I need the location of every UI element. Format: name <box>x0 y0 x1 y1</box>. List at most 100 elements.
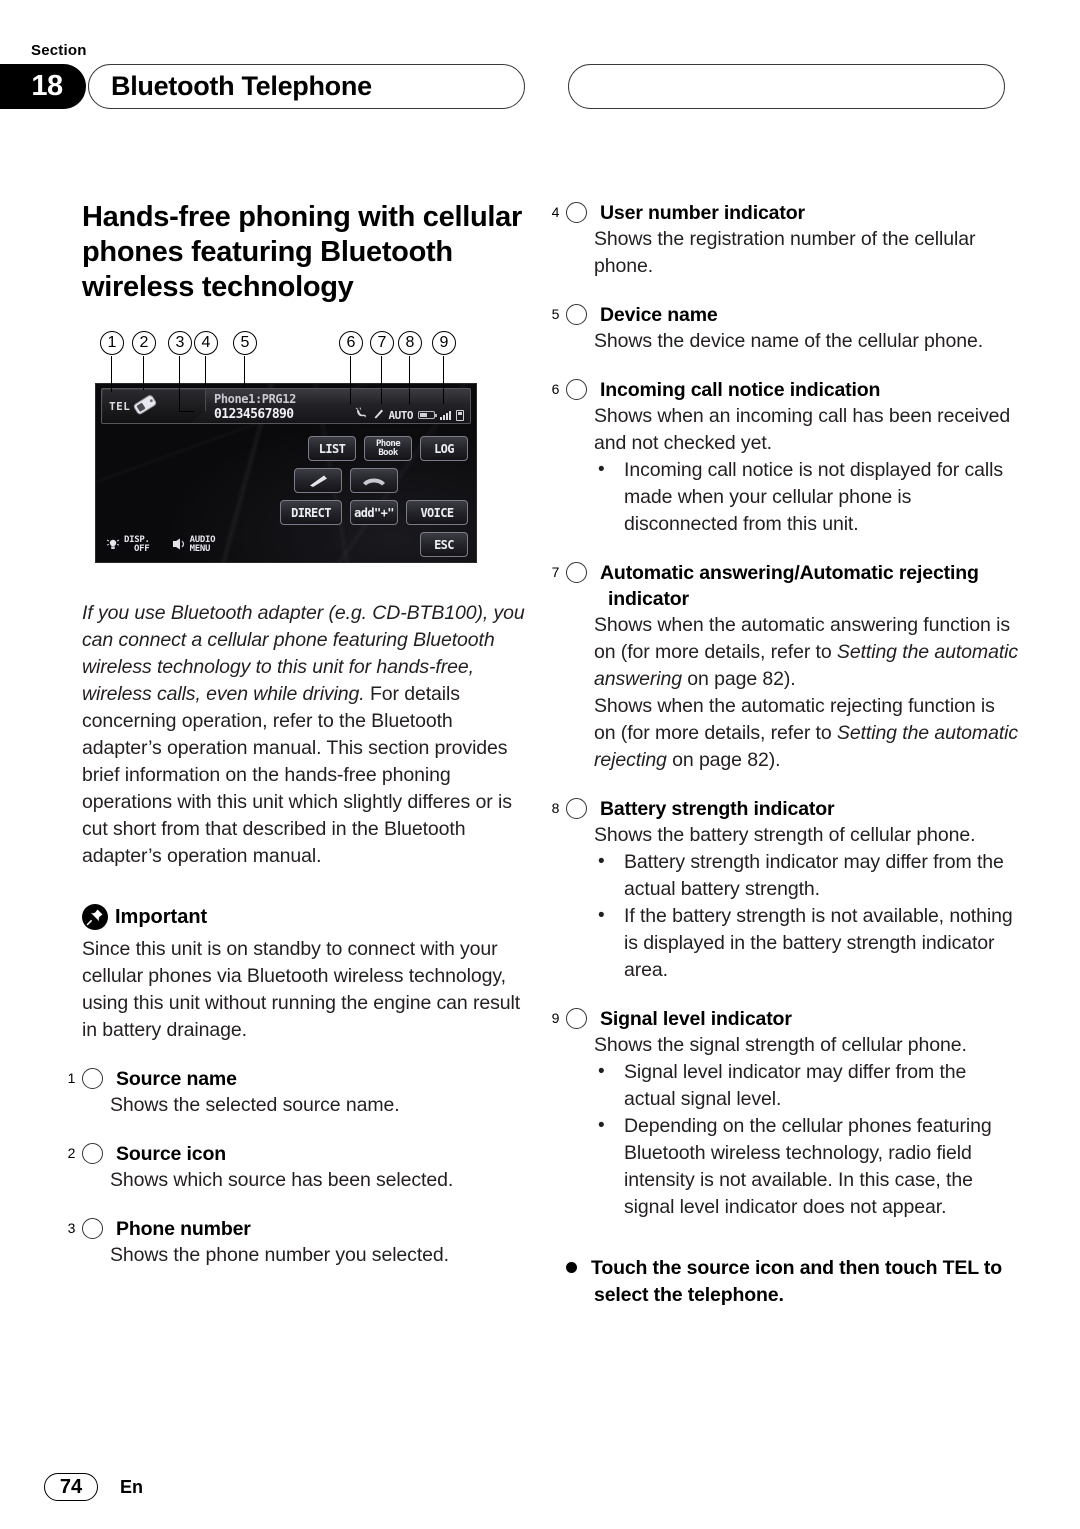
callout-4: 4 <box>194 331 218 355</box>
callout-row: 1 2 3 4 5 6 7 8 9 <box>82 331 534 413</box>
section-label: Section <box>31 42 87 59</box>
page-title: Bluetooth Telephone <box>111 71 372 101</box>
item-9-number: 9 <box>552 1008 587 1029</box>
page-number: 74 <box>44 1473 98 1501</box>
item-6-body: Shows when an incoming call has been rec… <box>594 405 1011 454</box>
callout-6: 6 <box>339 331 363 355</box>
final-note: Touch the source icon and then touch TEL… <box>566 1255 1018 1309</box>
item-3-body: Shows the phone number you selected. <box>110 1244 449 1266</box>
numbered-item-1: 1 Source name Shows the selected source n… <box>68 1066 534 1119</box>
numbered-item-9: 9 Signal level indicator Shows the signal… <box>552 1006 1018 1221</box>
callout-2: 2 <box>132 331 156 355</box>
item-6-number: 6 <box>552 379 587 400</box>
handset-icon <box>373 406 384 424</box>
leader-elbow-3 <box>179 411 195 413</box>
leader-line-2 <box>143 356 145 390</box>
item-4-title: 4 User number indicator <box>552 200 1018 226</box>
leader-line-6 <box>350 356 352 404</box>
chapter-title-pill-right-empty <box>568 64 1005 109</box>
device-name-text: Phone1:PRG12 <box>214 392 296 406</box>
important-text: Since this unit is on standby to connect… <box>82 938 521 1041</box>
item-7-body-1b: on page 82). <box>681 668 796 690</box>
callout-5: 5 <box>233 331 257 355</box>
item-8-bullet-1: Battery strength indicator may differ fr… <box>594 848 1018 903</box>
soft-key-disp-line2: OFF <box>134 544 150 554</box>
soft-key-audio-line2: MENU <box>189 544 211 554</box>
page-header: Section 18 Bluetooth Telephone <box>0 0 1080 150</box>
status-indicators: AUTO <box>355 406 464 424</box>
auto-answer-indicator: AUTO <box>388 408 414 422</box>
item-5-number: 5 <box>552 304 587 325</box>
item-8-title-text: Battery strength indicator <box>600 798 835 820</box>
key-direct[interactable]: DIRECT <box>280 500 342 525</box>
item-5-body: Shows the device name of the cellular ph… <box>594 330 984 352</box>
leader-line-8 <box>409 356 411 404</box>
phone-status-icon <box>456 409 464 421</box>
numbered-item-4: 4 User number indicator Shows the registr… <box>552 200 1018 280</box>
language-code: En <box>120 1476 144 1497</box>
item-5-title: 5 Device name <box>552 302 1018 328</box>
numbered-item-5: 5 Device name Shows the device name of th… <box>552 302 1018 355</box>
left-column: Hands-free phoning with cellular phones … <box>68 200 534 1269</box>
key-call-answer[interactable] <box>294 468 342 493</box>
signal-level-icon <box>440 410 451 420</box>
source-name-text: TEL <box>109 400 131 413</box>
soft-key-audio-menu[interactable]: AUDIO MENU <box>172 536 215 554</box>
intro-roman-text: For details concerning operation, refer … <box>82 683 512 867</box>
leader-line-4 <box>205 356 207 386</box>
key-phone-book[interactable]: Phone Book <box>364 436 412 461</box>
numbered-item-6: 6 Incoming call notice indication Shows w… <box>552 377 1018 538</box>
key-esc[interactable]: ESC <box>420 532 468 557</box>
key-list[interactable]: LIST <box>308 436 356 461</box>
item-7-title-text: Automatic answering/Automatic rejecting … <box>600 562 979 610</box>
item-8-body: Shows the battery strength of cellular p… <box>594 824 976 846</box>
soft-key-disp-off[interactable]: DISP. OFF <box>106 536 150 554</box>
item-1-title-text: Source name <box>116 1068 237 1090</box>
final-note-text: Touch the source icon and then touch TEL… <box>591 1257 1003 1306</box>
item-3-title-text: Phone number <box>116 1218 251 1240</box>
display-soft-keys: DISP. OFF AUDIO MENU <box>106 536 215 554</box>
callout-9: 9 <box>432 331 456 355</box>
filled-bullet-icon <box>566 1262 577 1273</box>
intro-paragraph: If you use Bluetooth adapter (e.g. CD-BT… <box>82 600 534 870</box>
device-display: TEL Phone1:PRG12 01234567890 AUTO LIST P… <box>95 383 477 563</box>
key-voice[interactable]: VOICE <box>406 500 468 525</box>
item-9-body: Shows the signal strength of cellular ph… <box>594 1034 967 1056</box>
keypad-row-1: LIST Phone Book LOG <box>288 436 468 461</box>
brightness-icon <box>106 537 120 554</box>
key-log[interactable]: LOG <box>420 436 468 461</box>
item-7-body-2: Shows when the automatic rejecting funct… <box>594 693 1018 774</box>
keypad-row-2 <box>288 468 468 493</box>
leader-line-1 <box>111 356 113 392</box>
important-heading: Important <box>82 904 534 930</box>
leader-line-5 <box>244 356 246 386</box>
item-4-body: Shows the registration number of the cel… <box>594 228 976 277</box>
item-2-title-text: Source icon <box>116 1143 226 1165</box>
right-column: 4 User number indicator Shows the registr… <box>552 200 1018 1309</box>
intro-paragraph-block: If you use Bluetooth adapter (e.g. CD-BT… <box>82 600 534 870</box>
item-8-bullet-2: If the battery strength is not available… <box>594 902 1018 984</box>
item-1-title: 1 Source name <box>68 1066 534 1092</box>
numbered-item-8: 8 Battery strength indicator Shows the ba… <box>552 796 1018 984</box>
key-call-end[interactable] <box>350 468 398 493</box>
item-6-title: 6 Incoming call notice indication <box>552 377 1018 403</box>
section-number-badge: 18 <box>0 64 86 109</box>
battery-strength-icon <box>418 411 437 419</box>
leader-line-3 <box>179 356 181 411</box>
key-phone-book-line2: Book <box>378 447 398 458</box>
item-3-number: 3 <box>68 1218 103 1239</box>
callout-1: 1 <box>100 331 124 355</box>
incoming-call-notice-icon <box>355 406 368 424</box>
item-8-number: 8 <box>552 798 587 819</box>
leader-line-7 <box>381 356 383 404</box>
speaker-icon <box>172 538 186 553</box>
item-7-title: 7 Automatic answering/Automatic rejecting… <box>552 560 1018 612</box>
key-add-plus[interactable]: add"+" <box>350 500 398 525</box>
item-9-bullets: Signal level indicator may differ from t… <box>594 1058 1018 1221</box>
item-7-number: 7 <box>552 562 587 583</box>
page-footer: 74 En <box>44 1473 143 1501</box>
callout-7: 7 <box>370 331 394 355</box>
numbered-item-2: 2 Source icon Shows which source has been… <box>68 1141 534 1194</box>
phone-number-text: 01234567890 <box>214 407 294 422</box>
item-8-bullets: Battery strength indicator may differ fr… <box>594 848 1018 984</box>
